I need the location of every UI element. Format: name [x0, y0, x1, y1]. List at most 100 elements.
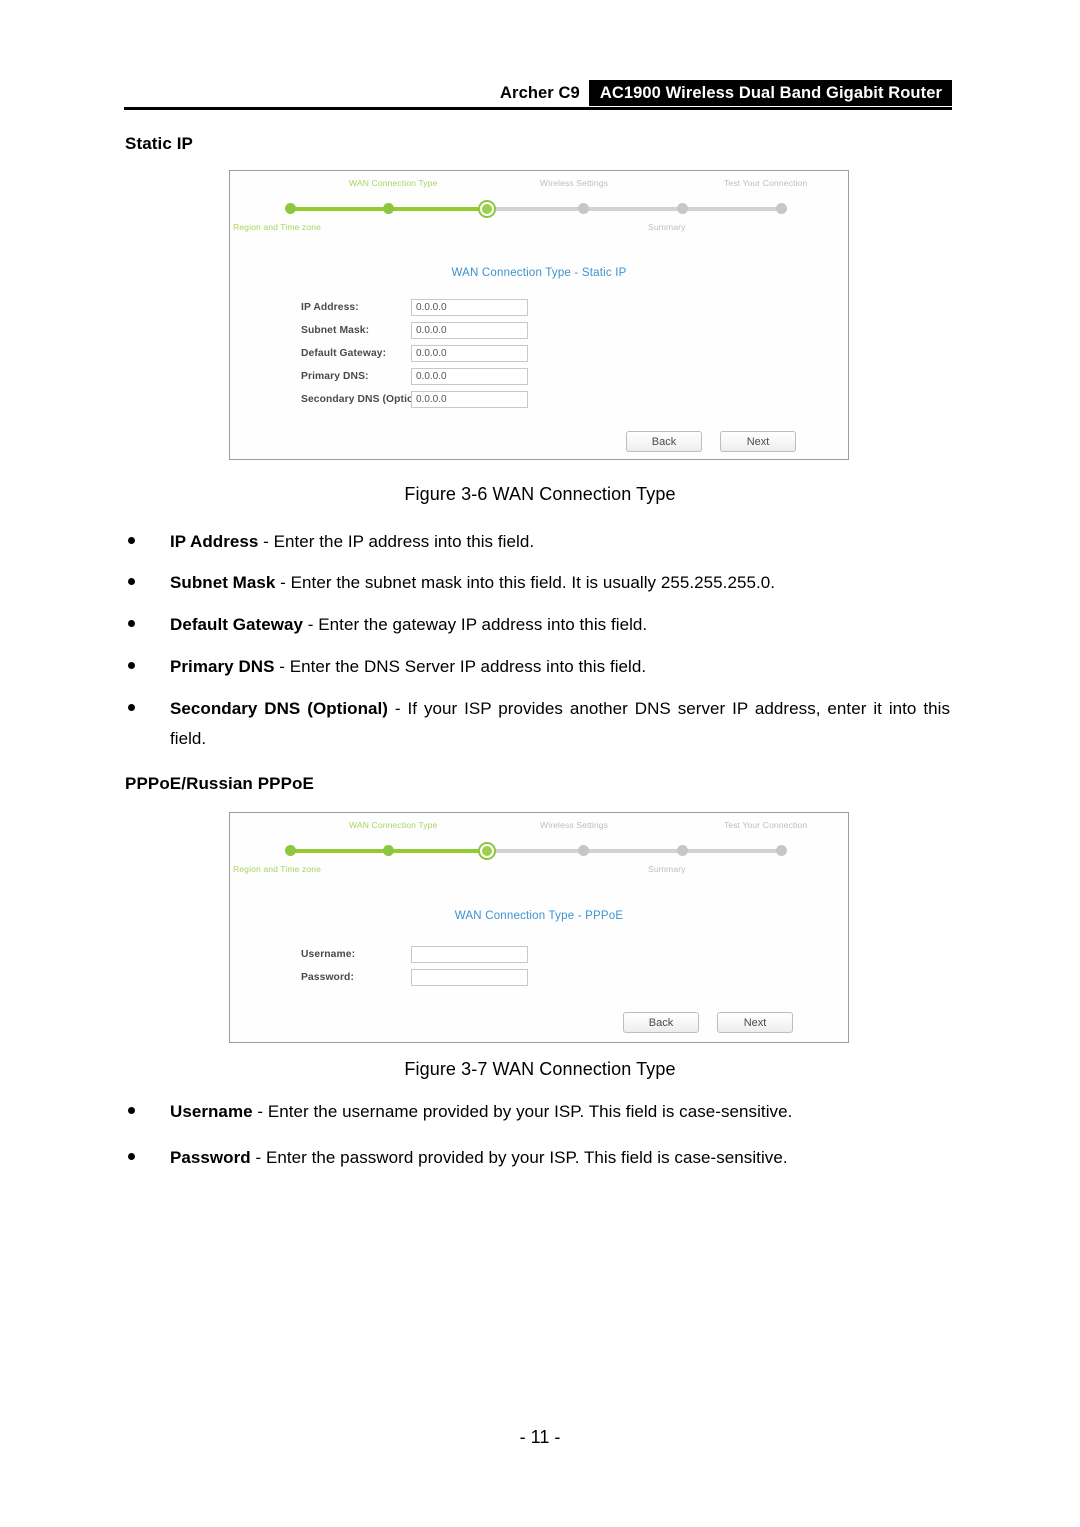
label-primary-dns: Primary DNS: — [301, 371, 369, 382]
bullet-primary-dns: Primary DNS - Enter the DNS Server IP ad… — [128, 652, 958, 682]
section-heading-pppoe: PPPoE/Russian PPPoE — [125, 774, 314, 793]
stepper-node-step-2[interactable] — [383, 845, 394, 856]
bullet-term-subnet-mask: Subnet Mask — [170, 573, 276, 592]
panel-heading-pppoe: WAN Connection Type - PPPoE — [454, 910, 624, 922]
stepper-node-wireless-settings[interactable] — [578, 845, 589, 856]
bullet-dot-icon — [128, 620, 135, 627]
bullet-text-primary-dns: Primary DNS - Enter the DNS Server IP ad… — [170, 652, 958, 682]
input-password[interactable] — [411, 969, 528, 986]
stepper-label-wireless-settings: Wireless Settings — [540, 178, 609, 188]
setup-wizard-stepper: WAN Connection Type Wireless Settings Te… — [230, 171, 848, 241]
input-default-gateway[interactable] — [411, 345, 528, 362]
back-button[interactable]: Back — [626, 431, 702, 452]
bullet-text-ip-address: IP Address - Enter the IP address into t… — [170, 527, 958, 557]
header-product-name: AC1900 Wireless Dual Band Gigabit Router — [588, 80, 952, 106]
label-default-gateway: Default Gateway: — [301, 348, 387, 359]
stepper-label-summary: Summary — [648, 864, 686, 874]
form-row-default-gateway: Default Gateway: — [230, 345, 848, 362]
stepper-label-wan-connection-type: WAN Connection Type — [349, 178, 438, 188]
input-username[interactable] — [411, 946, 528, 963]
router-setup-panel-pppoe: WAN Connection Type Wireless Settings Te… — [229, 812, 849, 1043]
bullet-term-username: Username — [170, 1102, 253, 1121]
stepper-label-test-your-connection: Test Your Connection — [724, 820, 808, 830]
bullet-ip-address: IP Address - Enter the IP address into t… — [128, 527, 958, 557]
form-row-primary-dns: Primary DNS: — [230, 368, 848, 385]
bullet-text-password: Password - Enter the password provided b… — [170, 1143, 958, 1173]
bullet-password: Password - Enter the password provided b… — [128, 1143, 958, 1173]
setup-wizard-stepper: WAN Connection Type Wireless Settings Te… — [230, 813, 848, 883]
stepper-node-test-your-connection[interactable] — [776, 845, 787, 856]
bullet-desc-ip-address: - Enter the IP address into this field. — [258, 532, 535, 551]
form-row-secondary-dns: Secondary DNS (Optional): — [230, 391, 848, 408]
label-subnet-mask: Subnet Mask: — [301, 325, 370, 336]
bullet-desc-subnet-mask: - Enter the subnet mask into this field.… — [275, 573, 776, 592]
bullet-subnet-mask: Subnet Mask - Enter the subnet mask into… — [128, 568, 958, 598]
bullet-text-secondary-dns: Secondary DNS (Optional) - If your ISP p… — [170, 694, 950, 754]
bullet-dot-icon — [128, 704, 135, 711]
label-password: Password: — [301, 972, 354, 983]
static-ip-form: IP Address: Subnet Mask: Default Gateway… — [230, 299, 848, 414]
bullet-dot-icon — [128, 662, 135, 669]
back-button[interactable]: Back — [623, 1012, 699, 1033]
stepper-label-test-your-connection: Test Your Connection — [724, 178, 808, 188]
bullet-dot-icon — [128, 537, 135, 544]
bullet-desc-username: - Enter the username provided by your IS… — [252, 1102, 793, 1121]
bullet-term-default-gateway: Default Gateway — [170, 615, 304, 634]
bullet-term-primary-dns: Primary DNS — [170, 657, 275, 676]
input-primary-dns[interactable] — [411, 368, 528, 385]
figure-caption-3-6: Figure 3-6 WAN Connection Type — [404, 484, 676, 504]
bullet-term-secondary-dns: Secondary DNS (Optional) — [170, 699, 388, 718]
stepper-label-region-and-time-zone: Region and Time zone — [233, 864, 321, 874]
input-secondary-dns[interactable] — [411, 391, 528, 408]
bullet-dot-icon — [128, 578, 135, 585]
pppoe-form: Username: Password: — [230, 946, 848, 992]
next-button[interactable]: Next — [720, 431, 796, 452]
bullet-default-gateway: Default Gateway - Enter the gateway IP a… — [128, 610, 958, 640]
bullet-secondary-dns: Secondary DNS (Optional) - If your ISP p… — [128, 694, 950, 754]
input-subnet-mask[interactable] — [411, 322, 528, 339]
stepper-node-wan-connection-type[interactable] — [482, 846, 492, 856]
stepper-label-wan-connection-type: WAN Connection Type — [349, 820, 438, 830]
pppoe-button-row: Back Next — [623, 1012, 793, 1033]
document-header: Archer C9 AC1900 Wireless Dual Band Giga… — [124, 80, 952, 108]
stepper-node-region-time-zone[interactable] — [285, 203, 296, 214]
label-secondary-dns: Secondary DNS (Optional): — [301, 394, 436, 405]
bullet-username: Username - Enter the username provided b… — [128, 1097, 958, 1127]
bullet-desc-primary-dns: - Enter the DNS Server IP address into t… — [274, 657, 647, 676]
bullet-text-default-gateway: Default Gateway - Enter the gateway IP a… — [170, 610, 958, 640]
section-heading-static-ip: Static IP — [125, 134, 193, 153]
bullet-term-password: Password — [170, 1148, 251, 1167]
figure-caption-3-7: Figure 3-7 WAN Connection Type — [404, 1059, 676, 1079]
stepper-node-summary[interactable] — [677, 845, 688, 856]
form-row-ip-address: IP Address: — [230, 299, 848, 316]
stepper-label-wireless-settings: Wireless Settings — [540, 820, 609, 830]
panel-heading-static-ip: WAN Connection Type - Static IP — [451, 267, 627, 279]
label-username: Username: — [301, 949, 356, 960]
router-setup-panel-static-ip: WAN Connection Type Wireless Settings Te… — [229, 170, 849, 460]
next-button[interactable]: Next — [717, 1012, 793, 1033]
stepper-node-step-2[interactable] — [383, 203, 394, 214]
stepper-node-region-time-zone[interactable] — [285, 845, 296, 856]
bullet-text-username: Username - Enter the username provided b… — [170, 1097, 958, 1127]
form-row-password: Password: — [230, 969, 848, 986]
header-divider-rule — [124, 107, 952, 110]
static-ip-button-row: Back Next — [626, 431, 796, 452]
stepper-label-summary: Summary — [648, 222, 686, 232]
bullet-dot-icon — [128, 1153, 135, 1160]
header-model-name: Archer C9 — [500, 83, 580, 102]
bullet-desc-password: - Enter the password provided by your IS… — [250, 1148, 788, 1167]
stepper-node-summary[interactable] — [677, 203, 688, 214]
stepper-node-test-your-connection[interactable] — [776, 203, 787, 214]
bullet-text-subnet-mask: Subnet Mask - Enter the subnet mask into… — [170, 568, 958, 598]
form-row-subnet-mask: Subnet Mask: — [230, 322, 848, 339]
input-ip-address[interactable] — [411, 299, 528, 316]
bullet-desc-default-gateway: - Enter the gateway IP address into this… — [303, 615, 648, 634]
stepper-node-wan-connection-type[interactable] — [482, 204, 492, 214]
stepper-label-region-and-time-zone: Region and Time zone — [233, 222, 321, 232]
label-ip-address: IP Address: — [301, 302, 359, 313]
bullet-dot-icon — [128, 1107, 135, 1114]
form-row-username: Username: — [230, 946, 848, 963]
page-number: - 11 - — [519, 1427, 561, 1447]
stepper-node-wireless-settings[interactable] — [578, 203, 589, 214]
bullet-term-ip-address: IP Address — [170, 532, 259, 551]
